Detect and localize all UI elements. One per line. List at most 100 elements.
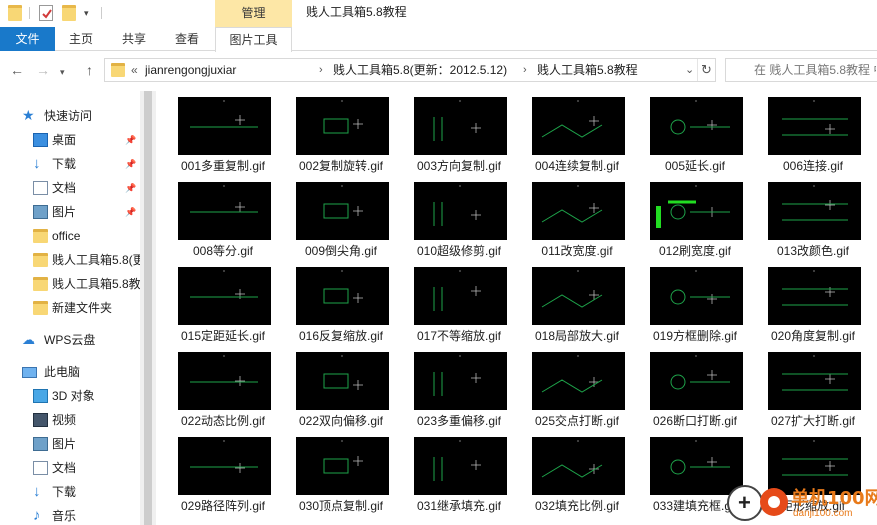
file-thumbnail[interactable]: [532, 352, 625, 410]
file-tile[interactable]: 020角度复制.gif: [747, 261, 864, 346]
nav-quick-access[interactable]: ★ 快速访问: [0, 104, 140, 128]
file-thumbnail[interactable]: [414, 267, 507, 325]
file-name[interactable]: 004连续复制.gif: [511, 157, 643, 174]
file-name[interactable]: 022动态比例.gif: [157, 412, 289, 429]
file-name[interactable]: 032填充比例.gif: [511, 497, 643, 514]
file-name[interactable]: 016反复缩放.gif: [275, 327, 407, 344]
file-tile[interactable]: 002复制旋转.gif: [275, 91, 392, 176]
pin-icon[interactable]: 📌: [125, 200, 136, 224]
file-tile[interactable]: 012刷宽度.gif: [629, 176, 746, 261]
file-thumbnail[interactable]: [532, 267, 625, 325]
file-thumbnail[interactable]: [178, 437, 271, 495]
file-tile[interactable]: 016反复缩放.gif: [275, 261, 392, 346]
breadcrumb-chevron-icon[interactable]: ›: [319, 59, 323, 81]
file-tile[interactable]: 032填充比例.gif: [511, 431, 628, 516]
refresh-icon[interactable]: ↻: [697, 59, 715, 81]
file-tile[interactable]: 023多重偏移.gif: [393, 346, 510, 431]
file-name[interactable]: 003方向复制.gif: [393, 157, 525, 174]
file-thumbnail[interactable]: [296, 267, 389, 325]
file-tile[interactable]: 017不等缩放.gif: [393, 261, 510, 346]
search-box[interactable]: 在 贱人工具箱5.8教程 中搜: [725, 58, 877, 82]
file-thumbnail[interactable]: [768, 352, 861, 410]
file-thumbnail[interactable]: [650, 97, 743, 155]
file-name[interactable]: 018局部放大.gif: [511, 327, 643, 344]
file-thumbnail[interactable]: [650, 182, 743, 240]
file-tile[interactable]: 030顶点复制.gif: [275, 431, 392, 516]
file-thumbnail[interactable]: [296, 97, 389, 155]
file-thumbnail[interactable]: [178, 267, 271, 325]
file-thumbnail[interactable]: [414, 352, 507, 410]
forward-arrow-icon[interactable]: →: [36, 62, 50, 78]
recent-chevron-icon[interactable]: ▾: [60, 64, 65, 80]
nav-pc-item-2[interactable]: 图片: [0, 432, 140, 456]
file-name[interactable]: 026断口打断.gif: [629, 412, 761, 429]
file-name[interactable]: 022双向偏移.gif: [275, 412, 407, 429]
tab-file[interactable]: 文件: [0, 27, 55, 51]
nav-this-pc[interactable]: 此电脑: [0, 360, 140, 384]
file-thumbnail[interactable]: [178, 97, 271, 155]
file-thumbnail[interactable]: [178, 352, 271, 410]
nav-pc-item-1[interactable]: 视频: [0, 408, 140, 432]
file-tile[interactable]: 004连续复制.gif: [511, 91, 628, 176]
file-name[interactable]: 002复制旋转.gif: [275, 157, 407, 174]
file-thumbnail[interactable]: [650, 352, 743, 410]
file-tile[interactable]: 026断口打断.gif: [629, 346, 746, 431]
file-name[interactable]: 023多重偏移.gif: [393, 412, 525, 429]
file-thumbnail[interactable]: [532, 182, 625, 240]
file-name[interactable]: 006连接.gif: [747, 157, 877, 174]
file-thumbnail[interactable]: [532, 437, 625, 495]
file-name[interactable]: 011改宽度.gif: [511, 242, 643, 259]
file-thumbnail[interactable]: [532, 97, 625, 155]
nav-item-1[interactable]: ↓ 下载 📌: [0, 152, 140, 176]
manage-tab[interactable]: 管理: [215, 0, 292, 27]
tab-picture-tools[interactable]: 图片工具: [215, 27, 292, 52]
file-tile[interactable]: 022动态比例.gif: [157, 346, 274, 431]
file-name[interactable]: 017不等缩放.gif: [393, 327, 525, 344]
file-thumbnail[interactable]: [768, 267, 861, 325]
file-name[interactable]: 010超级修剪.gif: [393, 242, 525, 259]
tab-home[interactable]: 主页: [58, 27, 104, 51]
nav-pc-item-5[interactable]: ♪ 音乐: [0, 504, 140, 525]
file-name[interactable]: 001多重复制.gif: [157, 157, 289, 174]
tab-view[interactable]: 查看: [164, 27, 210, 51]
file-tile[interactable]: 011改宽度.gif: [511, 176, 628, 261]
nav-pc-item-4[interactable]: ↓ 下载: [0, 480, 140, 504]
file-tile[interactable]: 003方向复制.gif: [393, 91, 510, 176]
file-name[interactable]: 008等分.gif: [157, 242, 289, 259]
properties-icon[interactable]: [39, 5, 53, 21]
nav-item-2[interactable]: 文档 📌: [0, 176, 140, 200]
nav-item-6[interactable]: 贱人工具箱5.8教: [0, 272, 140, 296]
file-name[interactable]: 012刷宽度.gif: [629, 242, 761, 259]
file-thumbnail[interactable]: [414, 97, 507, 155]
file-name[interactable]: 020角度复制.gif: [747, 327, 877, 344]
scrollbar-thumb[interactable]: [144, 91, 152, 525]
file-thumbnail[interactable]: [296, 352, 389, 410]
address-dropdown-icon[interactable]: ⌄: [685, 59, 694, 81]
file-name[interactable]: 013改颜色.gif: [747, 242, 877, 259]
nav-item-0[interactable]: 桌面 📌: [0, 128, 140, 152]
nav-pc-item-3[interactable]: 文档: [0, 456, 140, 480]
nav-item-7[interactable]: 新建文件夹: [0, 296, 140, 320]
pin-icon[interactable]: 📌: [125, 152, 136, 176]
file-thumbnail[interactable]: [414, 437, 507, 495]
file-name[interactable]: 025交点打断.gif: [511, 412, 643, 429]
file-name[interactable]: 019方框删除.gif: [629, 327, 761, 344]
file-name[interactable]: 031继承填充.gif: [393, 497, 525, 514]
navigation-scrollbar[interactable]: [140, 91, 156, 525]
file-thumbnail[interactable]: [768, 182, 861, 240]
file-thumbnail[interactable]: [296, 437, 389, 495]
file-tile[interactable]: 010超级修剪.gif: [393, 176, 510, 261]
nav-item-3[interactable]: 图片 📌: [0, 200, 140, 224]
file-name[interactable]: 009倒尖角.gif: [275, 242, 407, 259]
nav-item-5[interactable]: 贱人工具箱5.8(更: [0, 248, 140, 272]
file-tile[interactable]: 029路径阵列.gif: [157, 431, 274, 516]
file-name[interactable]: 030顶点复制.gif: [275, 497, 407, 514]
pin-icon[interactable]: 📌: [125, 176, 136, 200]
file-thumbnail[interactable]: [178, 182, 271, 240]
file-thumbnail[interactable]: [414, 182, 507, 240]
file-tile[interactable]: 013改颜色.gif: [747, 176, 864, 261]
nav-pc-item-0[interactable]: 3D 对象: [0, 384, 140, 408]
file-tile[interactable]: 005延长.gif: [629, 91, 746, 176]
file-name[interactable]: 005延长.gif: [629, 157, 761, 174]
nav-item-4[interactable]: office: [0, 224, 140, 248]
